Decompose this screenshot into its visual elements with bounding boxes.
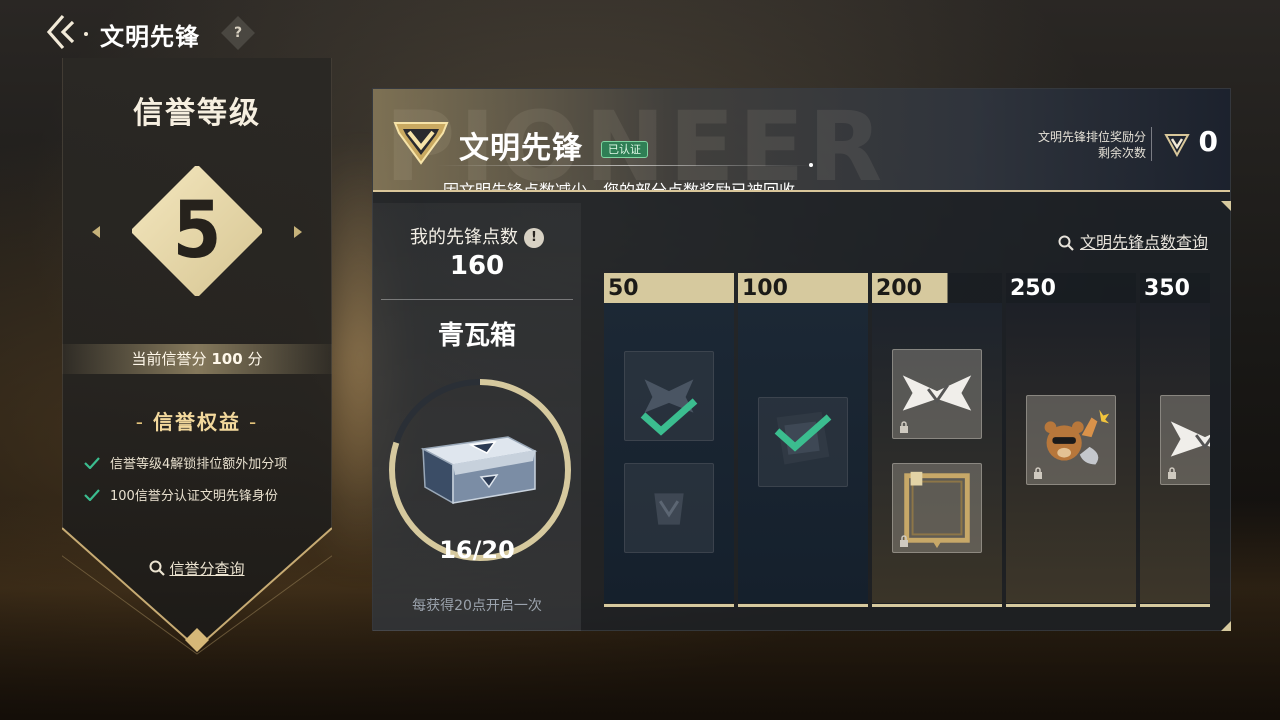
reward-item-sticker[interactable] bbox=[1026, 395, 1116, 485]
search-icon bbox=[149, 560, 166, 576]
tier-foot bbox=[872, 604, 1002, 607]
reward-item-pendant[interactable] bbox=[624, 463, 714, 553]
tier-threshold: 350 bbox=[1140, 273, 1210, 303]
help-button[interactable]: ? bbox=[221, 16, 255, 50]
lock-icon bbox=[1034, 467, 1042, 479]
reward-separator bbox=[1151, 127, 1152, 161]
right-ornament-icon bbox=[294, 226, 302, 238]
score-value: 100 bbox=[211, 350, 243, 368]
back-arrow-icon bbox=[46, 14, 75, 50]
pioneer-header: PIONEER 文明先锋 已认证 因文明先锋点数减少，您的部分点数奖励已被回收 … bbox=[373, 89, 1230, 192]
my-points-value: 160 bbox=[449, 251, 505, 281]
pioneer-title: 文明先锋 bbox=[459, 131, 583, 166]
corner-ornament bbox=[1221, 201, 1231, 211]
score-suffix: 分 bbox=[247, 350, 263, 368]
reward-tiers: 50 100 200 250 350 bbox=[604, 273, 1210, 607]
reward-remaining-count: 0 bbox=[1198, 125, 1218, 158]
lock-icon bbox=[900, 535, 908, 547]
credit-level-number: 5 bbox=[172, 186, 222, 276]
tier-threshold: 50 bbox=[604, 273, 734, 303]
tier-body bbox=[604, 303, 734, 603]
tier-foot bbox=[738, 604, 868, 607]
benefit-item: 100信誉分认证文明先锋身份 bbox=[84, 485, 278, 504]
pioneer-panel: PIONEER 文明先锋 已认证 因文明先锋点数减少，您的部分点数奖励已被回收 … bbox=[372, 88, 1231, 631]
tier-350[interactable]: 350 bbox=[1140, 273, 1210, 607]
check-icon bbox=[84, 488, 100, 501]
reward-item-banner[interactable] bbox=[1160, 395, 1210, 485]
my-points-label: 我的先锋点数! bbox=[373, 223, 581, 249]
tier-foot bbox=[1006, 604, 1136, 607]
claimed-check-icon bbox=[640, 398, 698, 436]
corner-ornament bbox=[1221, 621, 1231, 631]
verified-badge: 已认证 bbox=[601, 141, 648, 158]
benefit-item: 信誉等级4解锁排位额外加分项 bbox=[84, 453, 287, 472]
box-name: 青瓦箱 bbox=[437, 321, 516, 351]
tier-body bbox=[872, 303, 1002, 603]
score-prefix: 当前信誉分 bbox=[131, 350, 207, 368]
points-reclaimed-notice: 因文明先锋点数减少，您的部分点数奖励已被回收 bbox=[443, 181, 796, 192]
tier-body bbox=[738, 303, 868, 603]
current-score-bar: 当前信誉分 100 分 bbox=[62, 344, 332, 374]
tier-threshold: 250 bbox=[1006, 273, 1136, 303]
page-title: 文明先锋 bbox=[100, 23, 200, 51]
claimed-check-icon bbox=[774, 414, 832, 452]
title-underline bbox=[437, 165, 812, 166]
info-icon[interactable]: ! bbox=[524, 228, 544, 248]
credit-query-link[interactable]: 信誉分查询 bbox=[62, 558, 332, 579]
tier-body bbox=[1140, 303, 1210, 603]
help-icon: ? bbox=[233, 25, 243, 41]
pendant-icon bbox=[654, 493, 684, 525]
credit-banner: 信誉等级 5 当前信誉分 100 分 - 信誉权益 - 信誉等级4解锁排位额外加分项… bbox=[62, 58, 332, 658]
tier-250[interactable]: 250 bbox=[1006, 273, 1136, 607]
tier-foot bbox=[1140, 604, 1210, 607]
lock-icon bbox=[1168, 467, 1176, 479]
lock-icon bbox=[900, 421, 908, 433]
left-ornament-icon bbox=[92, 226, 100, 238]
reward-item-frame[interactable] bbox=[892, 463, 982, 553]
tier-foot bbox=[604, 604, 734, 607]
check-icon bbox=[84, 456, 100, 469]
reward-remaining-label: 文明先锋排位奖励分 剩余次数 bbox=[1037, 130, 1146, 160]
points-query-link[interactable]: 文明先锋点数查询 bbox=[1058, 229, 1208, 253]
reward-item-banner[interactable] bbox=[892, 349, 982, 439]
tier-body bbox=[1006, 303, 1136, 603]
box-hint: 每获得20点开启一次 bbox=[412, 598, 542, 614]
credit-level-title: 信誉等级 bbox=[133, 96, 261, 131]
pioneer-token-icon bbox=[1164, 134, 1190, 157]
box-progress-text: 16/20 bbox=[439, 536, 515, 564]
header-dot bbox=[84, 32, 88, 36]
tier-threshold: 200 bbox=[872, 273, 1002, 303]
box-icon bbox=[420, 436, 538, 505]
tier-50[interactable]: 50 bbox=[604, 273, 734, 607]
column-divider bbox=[381, 299, 573, 300]
back-button[interactable] bbox=[42, 12, 82, 52]
tier-200[interactable]: 200 bbox=[872, 273, 1002, 607]
pioneer-badge-icon bbox=[393, 122, 449, 165]
underline-dot bbox=[809, 163, 813, 167]
tier-100[interactable]: 100 bbox=[738, 273, 868, 607]
search-icon bbox=[1058, 235, 1074, 251]
tier-threshold: 100 bbox=[738, 273, 868, 303]
rights-title: - 信誉权益 - bbox=[135, 410, 259, 434]
